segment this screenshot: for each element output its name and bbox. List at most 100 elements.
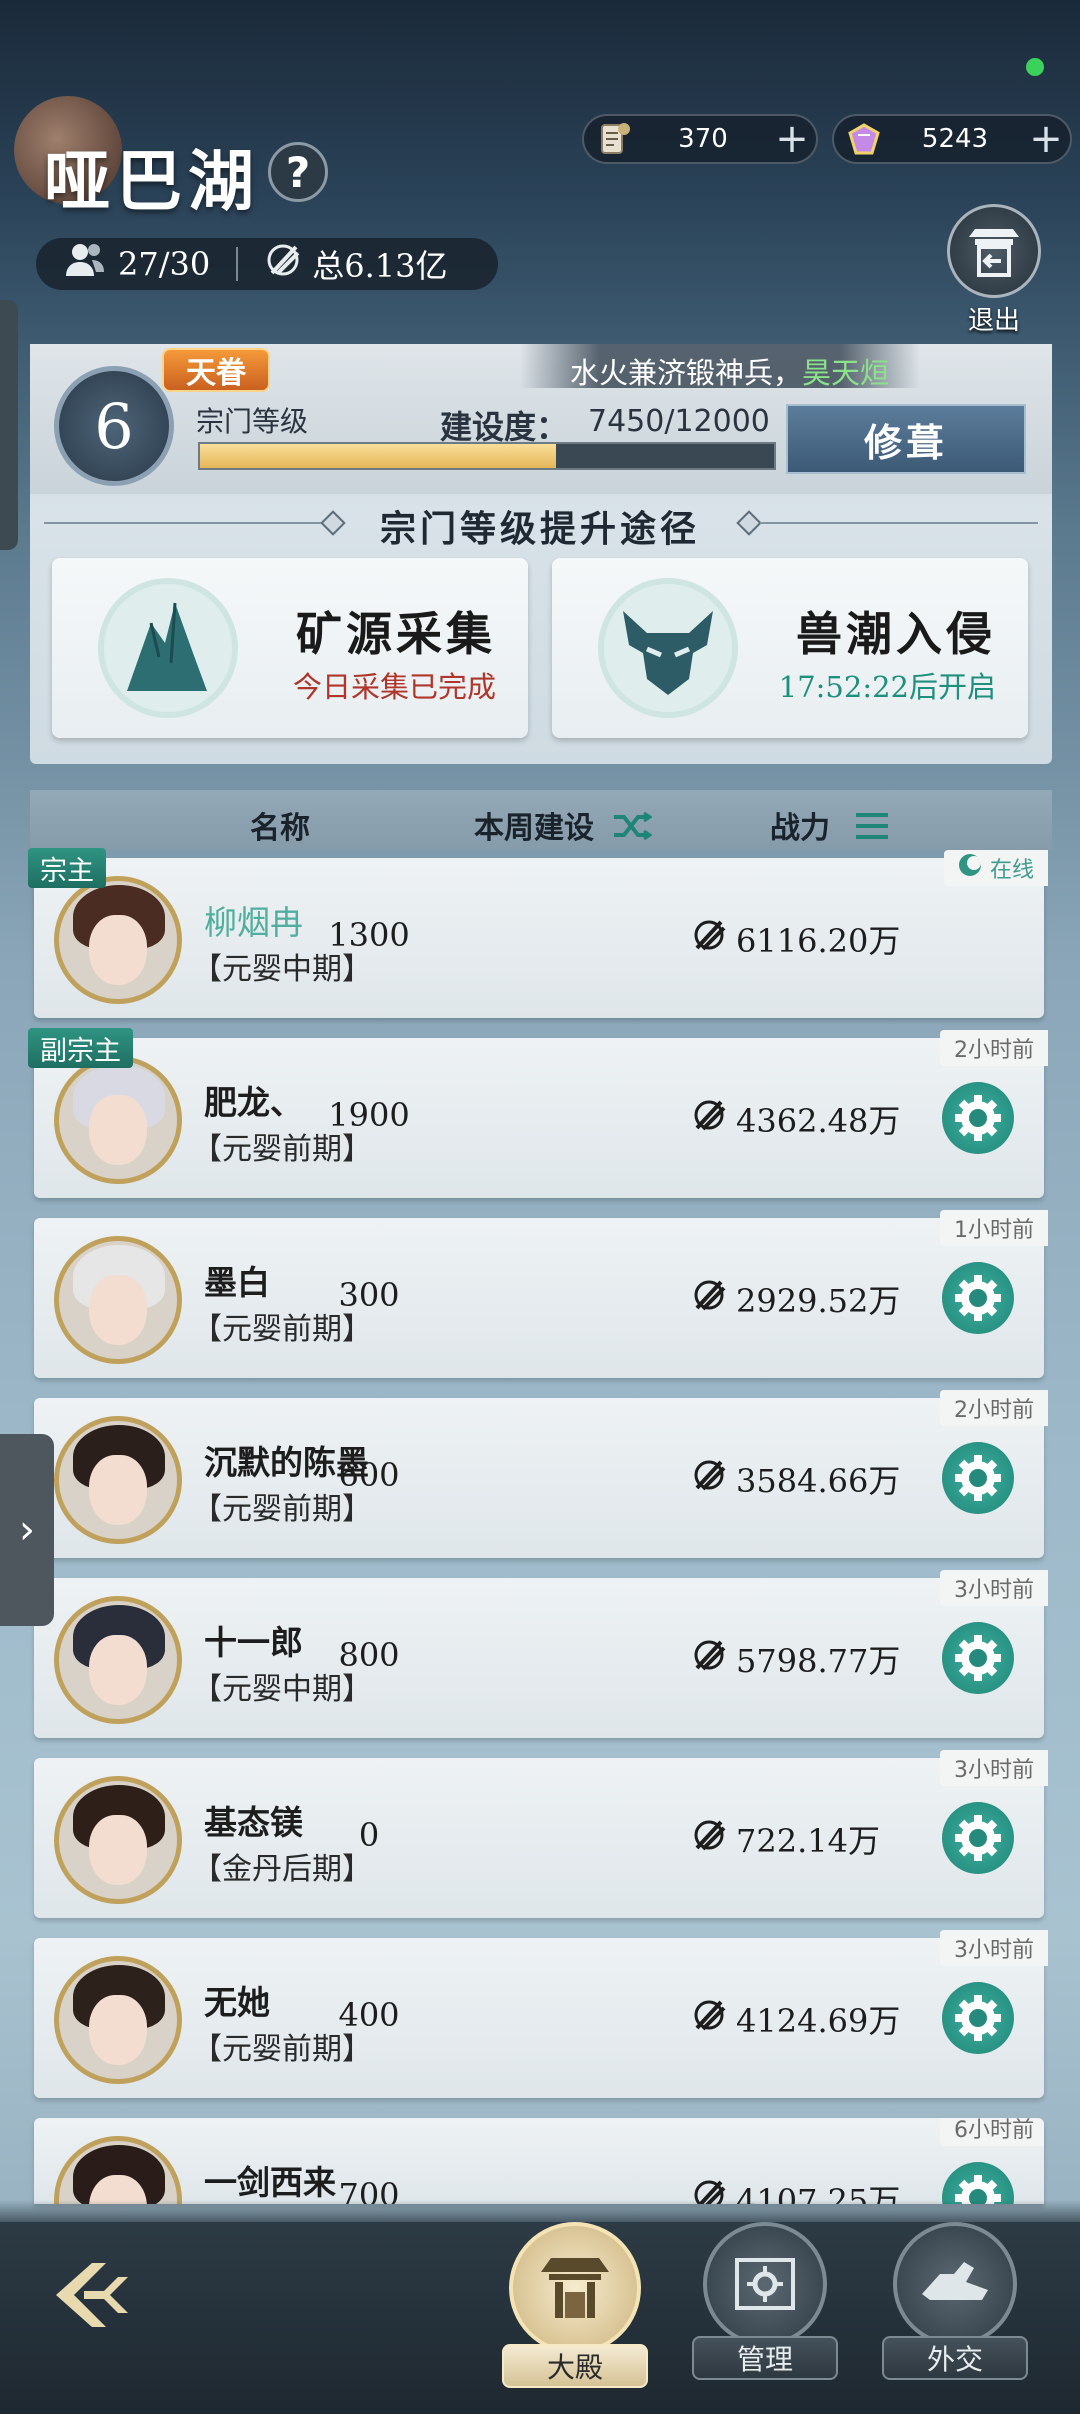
member-manage-button[interactable] — [942, 1622, 1014, 1694]
column-weekly-build[interactable]: 本周建设 — [474, 803, 654, 849]
status-text: 2小时前 — [954, 1398, 1034, 1423]
online-status: 在线 — [943, 850, 1048, 886]
sect-stats-pill: 27/30 总6.13亿 — [36, 238, 498, 290]
member-count: 27/30 — [118, 245, 211, 283]
status-text: 3小时前 — [954, 1758, 1034, 1783]
member-role-tag: 副宗主 — [28, 1028, 133, 1068]
combat-power-icon — [690, 1996, 728, 2042]
member-manage-button[interactable] — [942, 1082, 1014, 1154]
member-power: 3584.66万 — [690, 1456, 900, 1502]
nav-label: 管理 — [692, 2336, 838, 2380]
exit-button[interactable]: 退出 — [944, 204, 1044, 336]
beast-mask-icon — [588, 574, 748, 722]
member-power-value: 6116.20万 — [736, 922, 901, 960]
announcement-marquee: 水火兼济锻神兵，昊天烜 — [570, 350, 912, 392]
gear-icon — [955, 1095, 1001, 1141]
last-seen: 6小时前 — [940, 2118, 1044, 2146]
member-row[interactable]: 柳烟冉 【元婴中期】 1300 6116.20万 在线 — [34, 850, 1048, 1018]
member-manage-button[interactable] — [942, 1982, 1014, 2054]
mine-collection-card[interactable]: 矿源采集 今日采集已完成 — [52, 558, 528, 738]
upgrade-path-title: 宗门等级提升途径 — [379, 508, 700, 550]
gear-icon — [955, 1635, 1001, 1681]
last-seen: 3小时前 — [940, 1570, 1048, 1606]
member-power: 722.14万 — [690, 1816, 880, 1862]
status-text: 3小时前 — [954, 1578, 1034, 1603]
last-seen: 3小时前 — [940, 1930, 1048, 1966]
nav-main-hall[interactable]: 大殿 — [500, 2222, 650, 2412]
combat-power-icon — [690, 1456, 728, 1502]
scroll-token-icon — [590, 115, 638, 163]
combat-power-icon — [690, 1816, 728, 1862]
resource-value: 370 — [678, 124, 728, 154]
member-manage-button[interactable] — [942, 1442, 1014, 1514]
beast-tide-card[interactable]: 兽潮入侵 17:52:22后开启 — [552, 558, 1028, 738]
member-row[interactable]: 墨白 【元婴前期】 300 2929.52万 1小时前 — [34, 1210, 1048, 1378]
members-icon — [62, 240, 108, 288]
moon-icon — [958, 853, 982, 883]
card-subtitle: 17:52:22后开启 — [778, 670, 996, 704]
card-title: 兽潮入侵 — [796, 607, 996, 661]
build-degree-value: 7450/12000 — [588, 404, 770, 439]
gear-icon — [955, 1995, 1001, 2041]
member-manage-button[interactable] — [942, 1262, 1014, 1334]
combat-power-icon — [690, 1636, 728, 1682]
member-row[interactable]: 无她 【元婴前期】 400 4124.69万 3小时前 — [34, 1930, 1048, 2098]
combat-power-icon — [690, 1096, 728, 1142]
member-power-value: 4124.69万 — [736, 2002, 901, 2040]
nav-manage[interactable]: 管理 — [690, 2222, 840, 2412]
member-power: 4124.69万 — [690, 1996, 900, 2042]
sort-lines-icon — [854, 813, 890, 849]
nav-diplomacy[interactable]: 外交 — [880, 2222, 1030, 2412]
handshake-icon — [893, 2222, 1017, 2346]
repair-button[interactable]: 修葺 — [786, 404, 1026, 474]
exit-gate-icon — [947, 204, 1041, 298]
member-role-tag: 宗主 — [28, 848, 106, 888]
last-seen: 1小时前 — [940, 1210, 1048, 1246]
member-manage-button[interactable] — [942, 1802, 1014, 1874]
add-purple-crystal-button[interactable]: + — [1022, 116, 1070, 162]
online-status-dot — [1026, 58, 1044, 76]
help-button[interactable]: ? — [268, 142, 328, 202]
status-text: 1小时前 — [954, 1218, 1034, 1243]
back-button[interactable] — [48, 2250, 144, 2340]
exit-label: 退出 — [967, 306, 1020, 336]
resource-scroll-token: 370 + — [582, 114, 818, 164]
last-seen: 3小时前 — [940, 1750, 1048, 1786]
member-power-value: 3584.66万 — [736, 1462, 901, 1500]
resource-value: 5243 — [921, 124, 989, 154]
weekly-build-value: 600 — [338, 1456, 400, 1494]
last-seen: 2小时前 — [940, 1390, 1048, 1426]
gear-icon — [955, 1275, 1001, 1321]
column-power[interactable]: 战力 — [770, 803, 890, 849]
nav-label: 外交 — [882, 2336, 1028, 2380]
tianjuan-badge: 天眷 — [162, 348, 270, 392]
weekly-build-value: 800 — [338, 1636, 400, 1674]
weekly-build-value: 1900 — [328, 1096, 410, 1134]
gear-icon — [955, 1815, 1001, 1861]
member-row[interactable]: 沉默的陈墨 【元婴前期】 600 3584.66万 2小时前 — [34, 1390, 1048, 1558]
weekly-build-value: 0 — [358, 1816, 380, 1854]
member-row[interactable]: 十一郎 【元婴中期】 800 5798.77万 3小时前 — [34, 1570, 1048, 1738]
combat-power-icon — [690, 1276, 728, 1322]
total-power: 总6.13亿 — [312, 247, 448, 285]
add-scroll-token-button[interactable]: + — [768, 116, 816, 162]
weekly-build-value: 300 — [338, 1276, 400, 1314]
member-manage-button[interactable] — [942, 2162, 1014, 2204]
sect-level-badge: 6 — [54, 366, 174, 486]
weekly-build-value: 400 — [338, 1996, 400, 2034]
combat-power-icon — [690, 916, 728, 962]
purple-crystal-icon — [840, 115, 888, 163]
hall-gate-icon — [509, 2222, 641, 2354]
divider-line-right — [760, 522, 1038, 524]
back-arrow-icon — [56, 2263, 128, 2327]
card-subtitle: 今日采集已完成 — [292, 670, 496, 704]
side-expand-handle[interactable]: › — [0, 1434, 54, 1626]
sect-level-label: 宗门等级 — [196, 405, 309, 438]
sect-name: 哑巴湖 — [44, 142, 260, 220]
member-row[interactable]: 基态镁 【金丹后期】 0 722.14万 3小时前 — [34, 1750, 1048, 1918]
column-weekly-build-label: 本周建设 — [474, 811, 594, 846]
marquee-highlight: 昊天烜 — [802, 356, 890, 390]
member-row[interactable]: 一剑西来【元婴前期】7004107.25万6小时前 — [34, 2118, 1044, 2204]
member-row[interactable]: 肥龙、 【元婴前期】 1900 4362.48万 2小时前 — [34, 1030, 1048, 1198]
mountain-icon — [88, 574, 248, 722]
